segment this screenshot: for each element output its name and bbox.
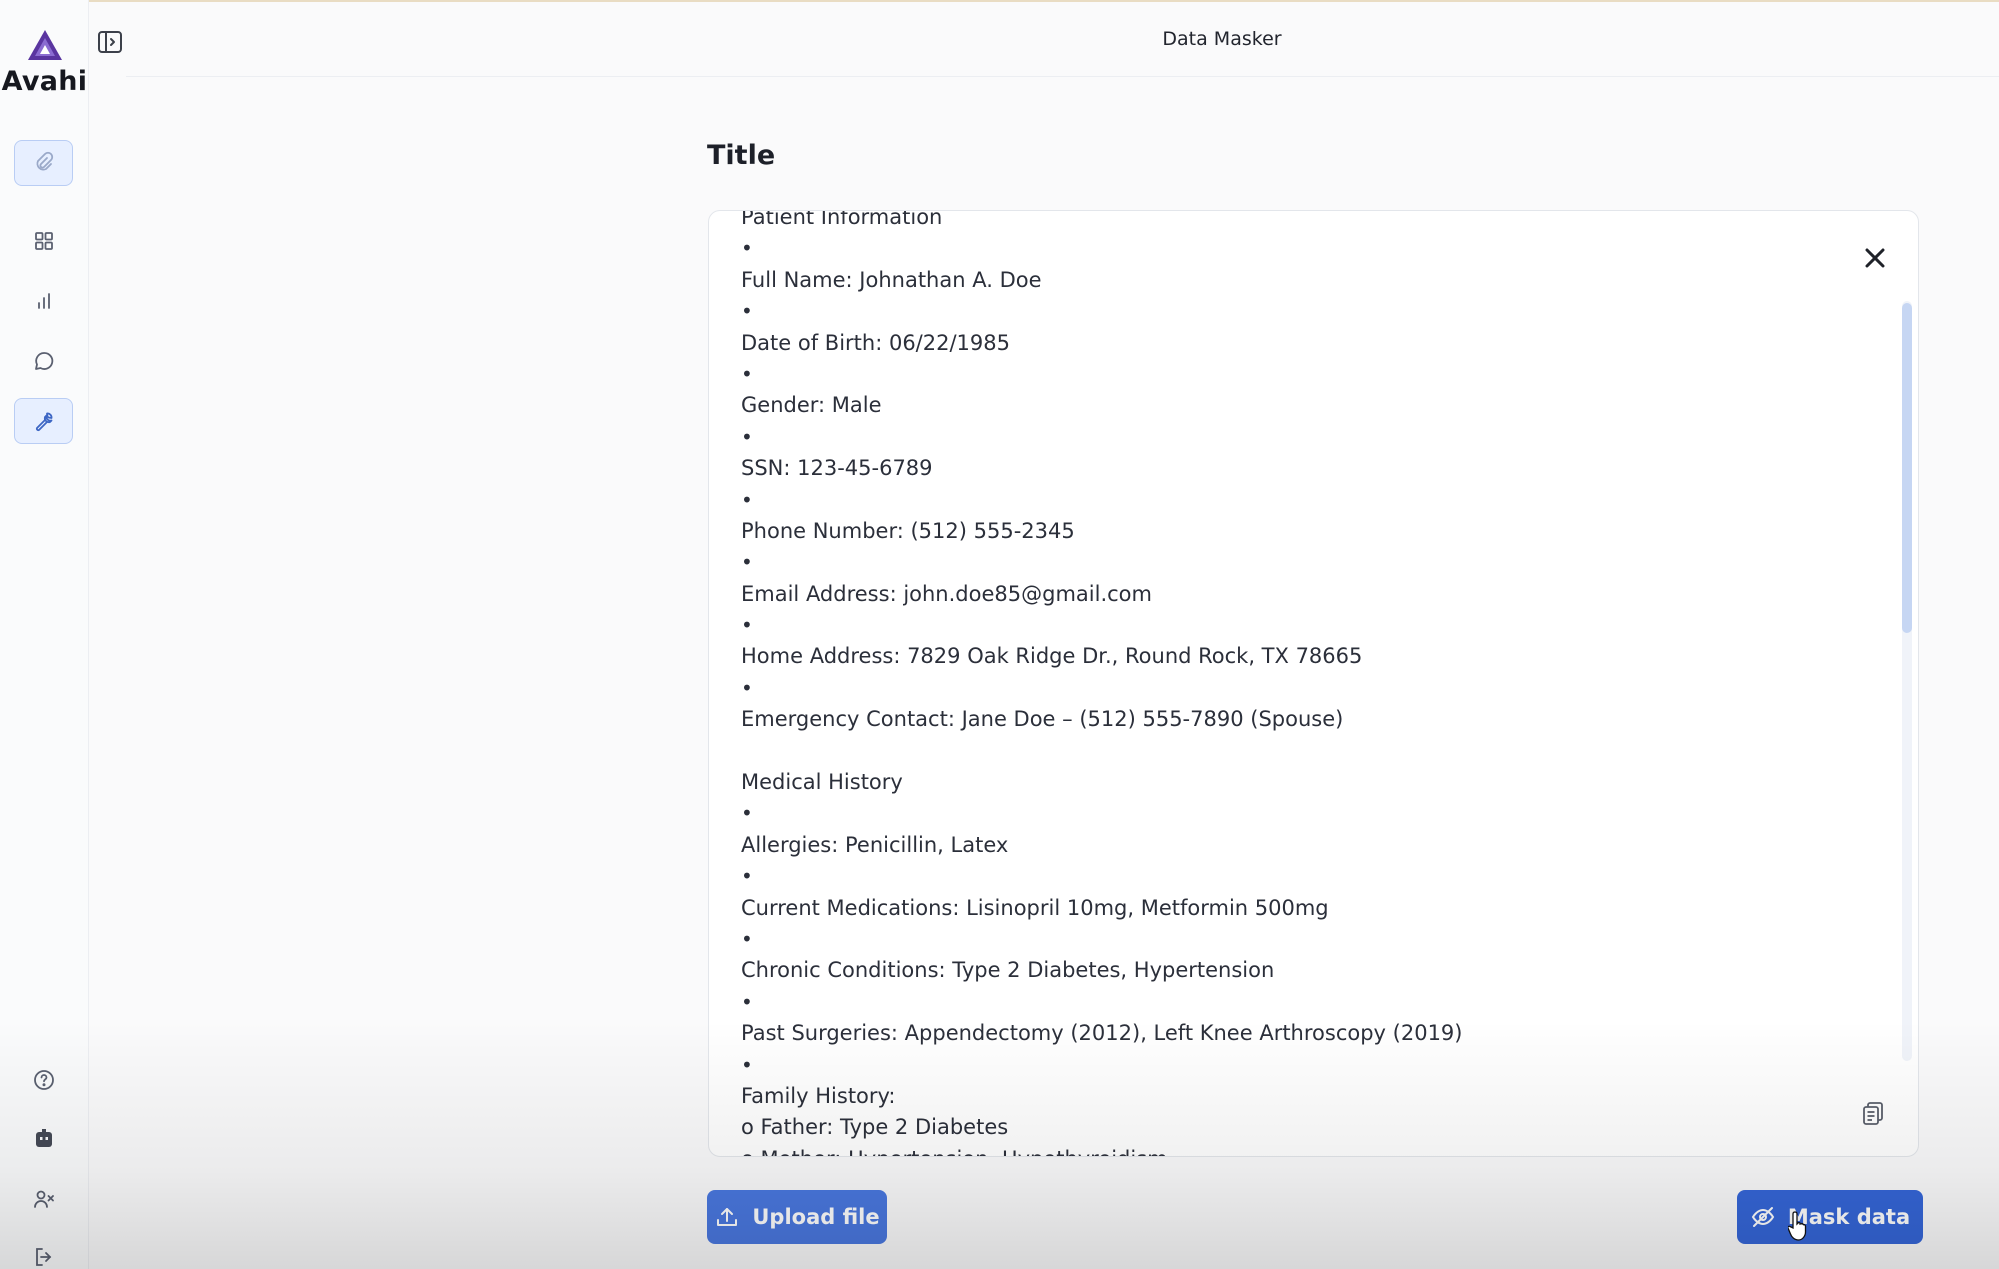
paperclip-icon bbox=[36, 151, 53, 171]
document-line: Phone Number: (512) 555-2345 bbox=[741, 518, 1075, 543]
document-line: Family History: bbox=[741, 1083, 896, 1108]
document-line: Home Address: 7829 Oak Ridge Dr., Round … bbox=[741, 644, 1363, 669]
brand-name: Avahi bbox=[1, 66, 88, 97]
close-button[interactable] bbox=[1858, 241, 1892, 275]
document-line: o Father: Type 2 Diabetes bbox=[741, 1115, 1009, 1140]
wrench-icon bbox=[35, 412, 52, 432]
scrollbar-thumb[interactable] bbox=[1902, 303, 1912, 633]
document-line: Gender: Male bbox=[741, 393, 882, 418]
copy-button[interactable] bbox=[1860, 1100, 1886, 1126]
sidebar-item-tools[interactable] bbox=[14, 398, 73, 444]
logout-icon bbox=[35, 1248, 51, 1266]
sidebar-item-users[interactable] bbox=[14, 1176, 73, 1222]
document-line: Emergency Contact: Jane Doe – (512) 555-… bbox=[741, 707, 1344, 732]
bar-chart-icon bbox=[37, 293, 50, 309]
avahi-logo-icon bbox=[27, 30, 62, 60]
sidebar-item-bot[interactable] bbox=[14, 1116, 73, 1162]
document-line: Current Medications: Lisinopril 10mg, Me… bbox=[741, 895, 1329, 920]
grid-icon bbox=[34, 232, 53, 250]
document-line: • bbox=[741, 801, 753, 826]
document-line: Patient Information bbox=[741, 210, 943, 229]
document-line: Medical History bbox=[741, 770, 903, 795]
chat-bubble-icon bbox=[34, 352, 53, 370]
document-line: • bbox=[741, 424, 753, 449]
document-line: Past Surgeries: Appendectomy (2012), Lef… bbox=[741, 1021, 1463, 1046]
document-line: • bbox=[741, 926, 753, 951]
upload-file-label: Upload file bbox=[752, 1205, 880, 1229]
document-line: • bbox=[741, 675, 753, 700]
sidebar-item-chat[interactable] bbox=[14, 338, 73, 384]
document-line: Full Name: Johnathan A. Doe bbox=[741, 267, 1042, 292]
section-title: Title bbox=[707, 140, 776, 171]
page-title: Data Masker bbox=[1162, 28, 1282, 50]
document-line: • bbox=[741, 989, 753, 1014]
document-line: • bbox=[741, 1052, 753, 1077]
user-x-icon bbox=[33, 1190, 54, 1208]
sidebar: Avahi bbox=[0, 0, 89, 1269]
upload-file-button[interactable]: Upload file bbox=[707, 1190, 887, 1244]
document-line: • bbox=[741, 864, 753, 889]
toggle-sidebar-button[interactable] bbox=[96, 28, 124, 56]
copy-icon bbox=[1863, 1102, 1883, 1125]
robot-icon bbox=[35, 1129, 52, 1147]
document-line: • bbox=[741, 361, 753, 386]
eye-off-icon bbox=[1751, 1207, 1775, 1227]
document-panel[interactable]: Patient Information • Full Name: Johnathan… bbox=[708, 210, 1919, 1157]
sidebar-item-clip[interactable] bbox=[14, 140, 73, 186]
document-line: • bbox=[741, 487, 753, 512]
document-line: Email Address: john.doe85@gmail.com bbox=[741, 581, 1152, 606]
document-text[interactable]: Patient Information • Full Name: Johnathan… bbox=[741, 210, 1861, 1156]
mask-data-button[interactable]: Mask data bbox=[1737, 1190, 1923, 1244]
document-line: Chronic Conditions: Type 2 Diabetes, Hyp… bbox=[741, 958, 1275, 983]
help-circle-icon bbox=[33, 1070, 54, 1090]
document-line: • bbox=[741, 613, 753, 638]
sidebar-item-dashboard[interactable] bbox=[14, 218, 73, 264]
document-line: • bbox=[741, 550, 753, 575]
header-divider bbox=[126, 76, 1999, 77]
sidebar-item-analytics[interactable] bbox=[14, 278, 73, 324]
document-line: SSN: 123-45-6789 bbox=[741, 456, 933, 481]
upload-icon bbox=[717, 1208, 738, 1226]
document-line: o Mother: Hypertension, Hypothyroidism bbox=[741, 1144, 1861, 1156]
sidebar-item-logout[interactable] bbox=[14, 1234, 73, 1269]
sidebar-panel-icon bbox=[98, 31, 122, 53]
document-line: • bbox=[741, 236, 753, 261]
top-accent-line bbox=[0, 0, 1999, 2]
hand-cursor-icon bbox=[1788, 1211, 1807, 1241]
document-line: Date of Birth: 06/22/1985 bbox=[741, 330, 1010, 355]
document-line: • bbox=[741, 299, 753, 324]
document-line: Allergies: Penicillin, Latex bbox=[741, 832, 1009, 857]
sidebar-item-help[interactable] bbox=[14, 1057, 73, 1103]
brand[interactable]: Avahi bbox=[0, 28, 89, 97]
close-icon bbox=[1865, 248, 1885, 268]
